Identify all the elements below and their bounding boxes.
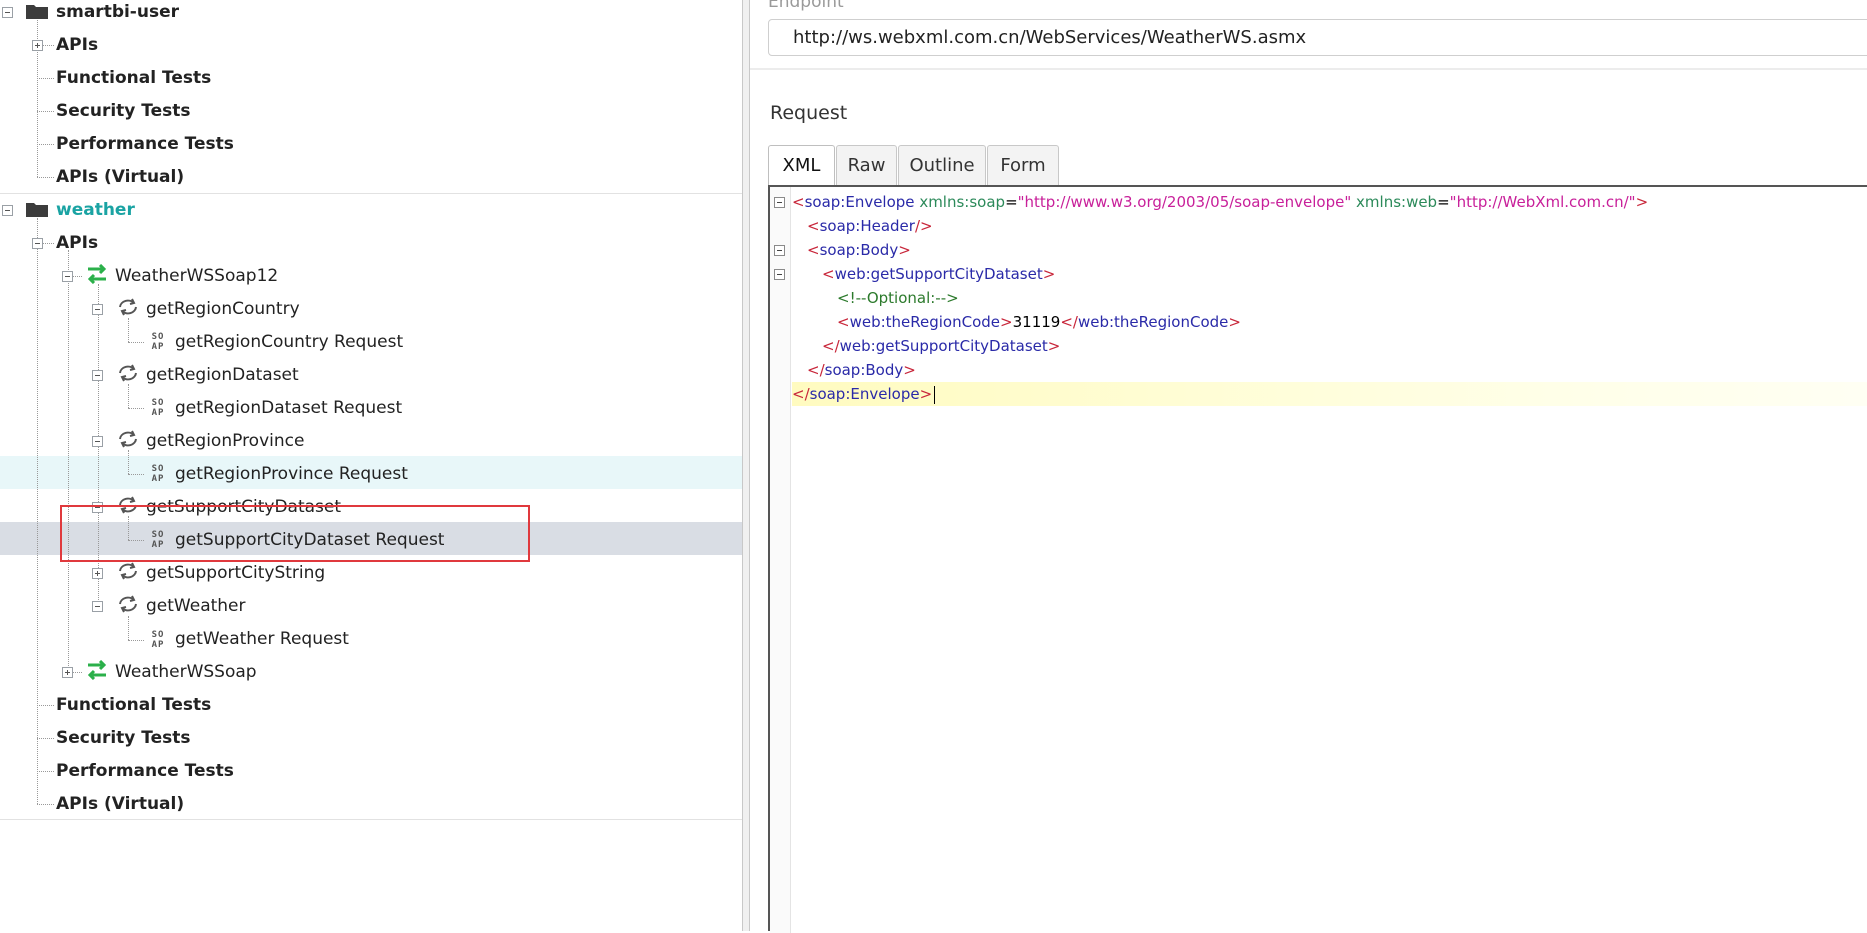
xml-line: </soap:Envelope> — [770, 382, 936, 406]
xml-line: <!--Optional:--> — [837, 289, 959, 307]
tree-line — [128, 318, 129, 342]
operation-icon — [119, 430, 137, 448]
xml-line: </web:getSupportCityDataset> — [822, 337, 1061, 355]
collapse-toggle[interactable] — [2, 7, 13, 18]
tree-line — [37, 771, 54, 772]
tab-outline[interactable]: Outline — [898, 145, 986, 185]
endpoint-field[interactable]: http://ws.webxml.com.cn/WebServices/Weat… — [768, 19, 1867, 56]
collapse-toggle[interactable] — [32, 238, 43, 249]
folder-icon — [26, 203, 48, 217]
collapse-toggle[interactable] — [2, 205, 13, 216]
request-section-title: Request — [770, 102, 848, 124]
tree-line — [128, 384, 129, 408]
tree-line — [128, 640, 144, 641]
collapse-toggle[interactable] — [62, 271, 73, 282]
folder-icon — [26, 5, 48, 19]
tree-line — [37, 738, 54, 739]
project-separator — [0, 193, 742, 194]
tree-line — [128, 450, 129, 474]
soap-request-icon: SO AP — [151, 332, 165, 352]
soap-request-icon: SO AP — [151, 464, 165, 484]
xml-line: <web:theRegionCode>31119</web:theRegionC… — [837, 313, 1241, 331]
xml-line: <soap:Header/> — [807, 217, 933, 235]
endpoint-label: Endpoint — [768, 0, 844, 12]
tab-xml[interactable]: XML — [768, 145, 835, 187]
expand-toggle[interactable] — [92, 568, 103, 579]
collapse-toggle[interactable] — [92, 304, 103, 315]
text-caret — [934, 385, 936, 404]
xml-line: <web:getSupportCityDataset> — [822, 265, 1056, 283]
tree-line — [128, 408, 144, 409]
collapse-toggle[interactable] — [92, 370, 103, 381]
xml-line: </soap:Body> — [807, 361, 916, 379]
current-line-highlight — [792, 382, 1867, 406]
tree-line — [37, 111, 54, 112]
tree-end-separator — [0, 819, 742, 820]
pane-splitter[interactable] — [742, 0, 750, 931]
operation-icon — [119, 364, 137, 382]
tree-line — [128, 474, 144, 475]
interface-icon — [87, 264, 107, 284]
section-divider — [750, 68, 1867, 70]
soap-request-icon: SO AP — [151, 398, 165, 418]
tree-line — [37, 218, 38, 804]
expand-toggle[interactable] — [32, 40, 43, 51]
tree-line — [37, 177, 54, 178]
interface-icon — [87, 660, 107, 680]
expand-toggle[interactable] — [62, 667, 73, 678]
operation-icon — [119, 595, 137, 613]
tree-line — [68, 250, 69, 672]
operation-icon — [119, 562, 137, 580]
tree-line — [37, 78, 54, 79]
tree-line — [128, 616, 129, 640]
project-tree[interactable]: smartbi-user APIs Functional Tests Secur… — [0, 0, 742, 931]
collapse-toggle[interactable] — [92, 436, 103, 447]
xml-editor[interactable]: <soap:Envelope xmlns:soap="http://www.w3… — [768, 185, 1867, 933]
xml-line: <soap:Body> — [807, 241, 911, 259]
tree-line — [128, 342, 144, 343]
tree-line — [37, 804, 54, 805]
soap-request-icon: SO AP — [151, 630, 165, 650]
selection-annotation-box — [60, 505, 530, 562]
tab-raw[interactable]: Raw — [836, 145, 897, 185]
xml-line: <soap:Envelope xmlns:soap="http://www.w3… — [792, 193, 1649, 211]
collapse-toggle[interactable] — [92, 601, 103, 612]
tree-line — [37, 144, 54, 145]
tree-line — [37, 705, 54, 706]
request-editor-pane: Endpoint http://ws.webxml.com.cn/WebServ… — [750, 0, 1867, 933]
operation-icon — [119, 298, 137, 316]
tab-form[interactable]: Form — [987, 145, 1059, 185]
